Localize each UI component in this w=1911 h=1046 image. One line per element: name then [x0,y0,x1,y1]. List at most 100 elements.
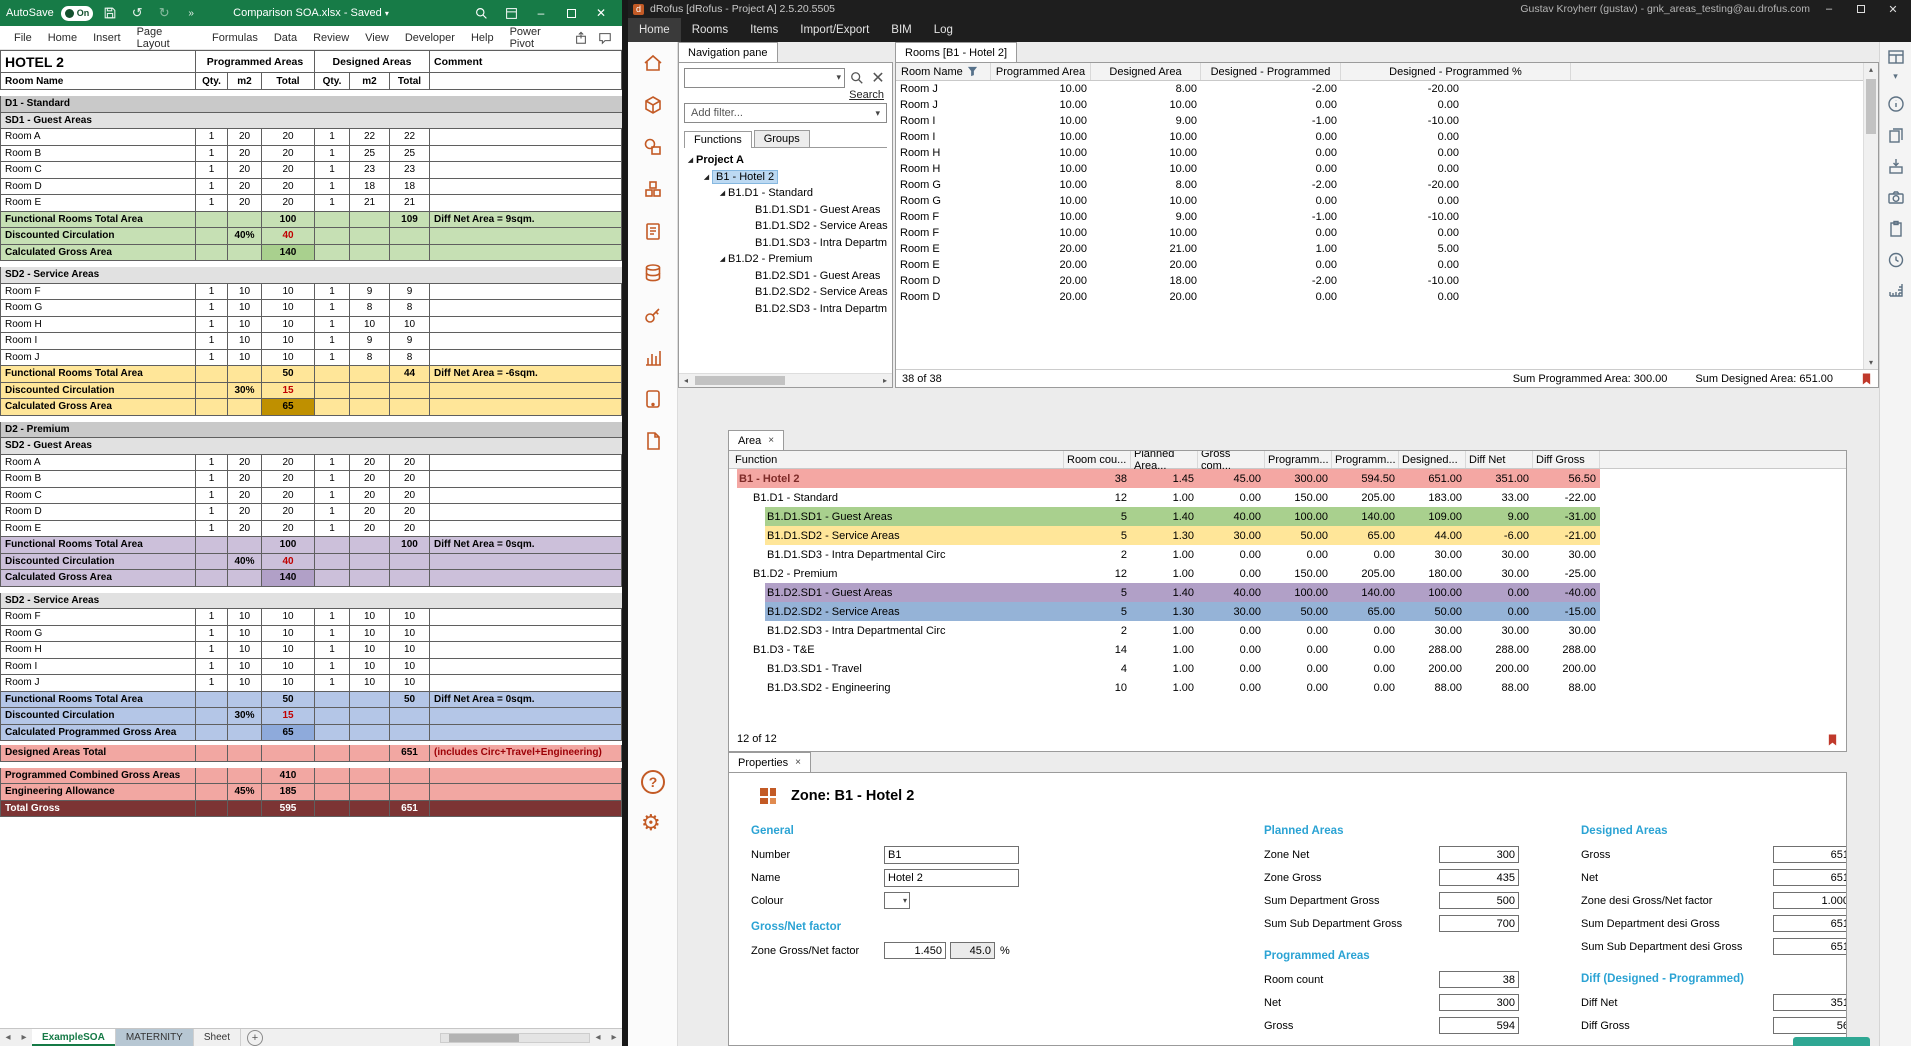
tree-item[interactable]: B1.D1.SD1 - Guest Areas [679,202,892,219]
field-value[interactable]: 651 [1773,915,1847,932]
pages-icon[interactable] [1887,126,1905,144]
comments-icon[interactable] [598,31,612,45]
cell-desi-qty[interactable] [315,768,350,785]
cell-desi-qty[interactable]: 1 [315,179,350,196]
scrollbar-thumb[interactable] [695,376,785,385]
cell-desi-qty[interactable] [315,692,350,709]
cell-prog-total[interactable] [262,422,315,439]
rooms-table-row[interactable]: Room D 20.00 20.00 0.00 0.00 [896,289,1878,305]
cell-prog-total[interactable]: 20 [262,129,315,146]
cell-name[interactable]: Discounted Circulation [0,383,196,400]
tab-area[interactable]: Area× [728,430,784,450]
cell-prog-qty[interactable] [196,570,228,587]
maximize-button[interactable] [1848,0,1874,18]
cell-comment[interactable] [430,801,622,818]
ribbon-tab[interactable]: Insert [85,26,129,49]
ribbon-tab[interactable]: View [357,26,397,49]
cell-desi-total[interactable] [390,245,430,262]
cell-desi-qty[interactable]: 1 [315,626,350,643]
cell-prog-qty[interactable]: 1 [196,284,228,301]
area-table-row[interactable]: B1.D1 - Standard 12 1.00 0.00 150.00 205… [729,488,1846,507]
cell-prog-m2[interactable]: 10 [228,333,262,350]
cell-comment[interactable] [430,570,622,587]
rooms-table-row[interactable]: Room E 20.00 21.00 1.00 5.00 [896,241,1878,257]
cell-prog-m2[interactable] [228,801,262,818]
cell-prog-total[interactable] [262,113,315,130]
devices-icon[interactable] [642,388,664,410]
cell-prog-m2[interactable]: 20 [228,146,262,163]
layout-icon[interactable] [1887,48,1905,66]
cell-prog-m2[interactable]: 10 [228,350,262,367]
rooms-table-row[interactable]: Room G 10.00 10.00 0.00 0.00 [896,193,1878,209]
cell-desi-total[interactable]: 10 [390,609,430,626]
cell-desi-total[interactable]: 20 [390,521,430,538]
cell-desi-m2[interactable] [350,383,390,400]
cell-desi-total[interactable] [390,383,430,400]
cell-prog-m2[interactable] [228,438,262,455]
cell-comment[interactable] [430,179,622,196]
menu-item[interactable]: Log [923,18,964,42]
cell-prog-qty[interactable]: 1 [196,642,228,659]
cell-desi-total[interactable]: 22 [390,129,430,146]
cell-prog-qty[interactable]: 1 [196,179,228,196]
cell-desi-qty[interactable] [315,399,350,416]
cell-desi-m2[interactable]: 25 [350,146,390,163]
cell-name[interactable]: Functional Rooms Total Area [0,692,196,709]
tree-item[interactable]: ◢ B1 - Hotel 2 [679,169,892,186]
cell-designed-areas-header[interactable]: Designed Areas [315,50,430,73]
tab-functions[interactable]: Functions [684,131,752,148]
cell-desi-m2[interactable] [350,554,390,571]
cell-comment[interactable] [430,422,622,439]
cell-prog-m2[interactable]: 20 [228,455,262,472]
cell-prog-m2[interactable]: 10 [228,284,262,301]
cell-desi-m2[interactable]: 20 [350,471,390,488]
cell-desi-total[interactable]: 10 [390,642,430,659]
cell-desi-total[interactable] [390,554,430,571]
search-icon[interactable] [848,69,866,87]
cell-prog-m2[interactable]: 10 [228,609,262,626]
cell-desi-qty[interactable]: 1 [315,504,350,521]
ribbon-tab[interactable]: Review [305,26,357,49]
cell-prog-total[interactable]: 20 [262,162,315,179]
scroll-right-icon[interactable]: ▸ [878,376,892,385]
cell-total-header[interactable]: Total [262,73,315,90]
cell-desi-qty[interactable]: 1 [315,350,350,367]
cell-comment[interactable] [430,162,622,179]
cell-desi-m2[interactable] [350,708,390,725]
tree-expander-icon[interactable]: ◢ [701,173,712,181]
cell-prog-qty[interactable] [196,801,228,818]
cell-prog-qty[interactable]: 1 [196,675,228,692]
cell-desi-total[interactable] [390,725,430,742]
cell-desi-total[interactable]: 10 [390,659,430,676]
rooms-table-row[interactable]: Room I 10.00 10.00 0.00 0.00 [896,129,1878,145]
cell-prog-total[interactable]: 40 [262,228,315,245]
cell-desi-qty[interactable] [315,725,350,742]
area-table-row[interactable]: B1.D2 - Premium 12 1.00 0.00 150.00 205.… [729,564,1846,583]
cell-name[interactable]: Room B [0,471,196,488]
import-icon[interactable] [1887,157,1905,175]
cell-name[interactable]: Room J [0,675,196,692]
chevron-down-icon[interactable]: ▾ [836,72,841,83]
cell-prog-total[interactable] [262,745,315,762]
cell-desi-total[interactable]: 20 [390,455,430,472]
cell-prog-qty[interactable] [196,383,228,400]
field-value[interactable]: 651 [1773,869,1847,886]
cell-desi-m2[interactable]: 20 [350,455,390,472]
cell-desi-qty[interactable]: 1 [315,333,350,350]
cell-prog-m2[interactable]: 20 [228,504,262,521]
cell-prog-qty[interactable]: 1 [196,129,228,146]
cell-prog-m2[interactable] [228,422,262,439]
cell-desi-total[interactable]: 25 [390,146,430,163]
cell-prog-m2[interactable]: 20 [228,521,262,538]
field-value[interactable]: 1.000 [1773,892,1847,909]
area-table-row[interactable]: B1 - Hotel 2 38 1.45 45.00 300.00 594.50… [729,469,1846,488]
cell-desi-m2[interactable] [350,745,390,762]
cell-desi-total[interactable]: 9 [390,333,430,350]
ribbon-tab[interactable]: Formulas [204,26,266,49]
cell-prog-qty[interactable]: 1 [196,455,228,472]
reports-icon[interactable] [642,346,664,368]
cell-desi-total[interactable] [390,113,430,130]
cell-desi-qty[interactable]: 1 [315,455,350,472]
cell-desi-m2[interactable] [350,113,390,130]
cell-prog-total[interactable]: 185 [262,784,315,801]
